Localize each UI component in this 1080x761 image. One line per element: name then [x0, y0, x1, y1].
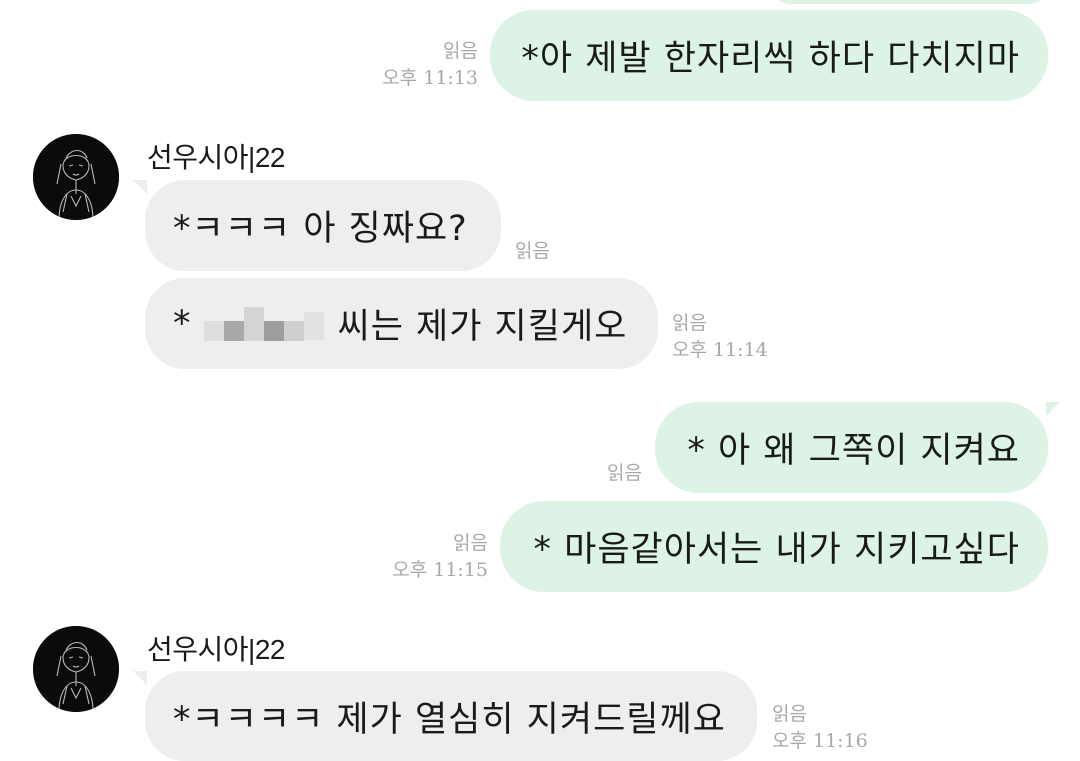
incoming-message-bubble[interactable]: * 씨는 제가 지킬게오 — [145, 278, 658, 369]
message-meta: 읽음 오후 11:15 — [340, 530, 488, 584]
incoming-message-bubble[interactable]: *ㅋㅋㅋ 아 징짜요? — [133, 180, 501, 271]
message-time: 오후 11:14 — [672, 339, 768, 361]
message-text: * 아 왜 그쪽이 지켜요 — [687, 431, 1020, 471]
message-text-prefix: * — [173, 303, 192, 344]
message-meta: 읽음 오후 11:16 — [772, 701, 912, 755]
sender-name: 선우시아|22 — [147, 142, 285, 173]
read-receipt: 읽음 — [443, 40, 478, 62]
message-bubble-partial — [770, 0, 1048, 4]
read-receipt: 읽음 — [515, 240, 550, 262]
redacted-name-mosaic — [203, 306, 324, 341]
message-text: *ㅋㅋㅋㅋ 제가 열심히 지켜드릴께요 — [173, 699, 726, 740]
message-meta: 읽음 — [540, 460, 642, 487]
outgoing-message-bubble[interactable]: *아 제발 한자리씩 하다 다치지마 — [490, 10, 1048, 101]
message-meta: 읽음 — [515, 238, 635, 265]
avatar-sketch-figure-icon — [33, 134, 119, 220]
read-receipt: 읽음 — [607, 462, 642, 484]
message-time: 오후 11:15 — [392, 559, 488, 581]
message-text: *ㅋㅋㅋ 아 징짜요? — [173, 209, 468, 249]
message-text: *아 제발 한자리씩 하다 다치지마 — [521, 39, 1020, 79]
message-text-suffix: 씨는 제가 지킬게오 — [337, 307, 628, 347]
outgoing-message-bubble[interactable]: * 마음같아서는 내가 지키고싶다 — [500, 501, 1048, 592]
message-text: * 마음같아서는 내가 지키고싶다 — [533, 530, 1020, 570]
read-receipt: 읽음 — [672, 312, 707, 334]
read-receipt: 읽음 — [453, 532, 488, 554]
avatar-sketch-figure-icon — [33, 626, 119, 712]
message-meta: 읽음 오후 11:13 — [330, 38, 478, 92]
sender-name: 선우시아|22 — [147, 634, 285, 665]
message-time: 오후 11:13 — [382, 67, 478, 89]
message-meta: 읽음 오후 11:14 — [672, 310, 812, 364]
incoming-message-bubble[interactable]: *ㅋㅋㅋㅋ 제가 열심히 지켜드릴께요 — [133, 671, 757, 761]
avatar[interactable] — [33, 626, 119, 712]
outgoing-message-bubble[interactable]: * 아 왜 그쪽이 지켜요 — [655, 402, 1060, 493]
read-receipt: 읽음 — [772, 703, 807, 725]
avatar[interactable] — [33, 134, 119, 220]
message-time: 오후 11:16 — [772, 730, 868, 752]
